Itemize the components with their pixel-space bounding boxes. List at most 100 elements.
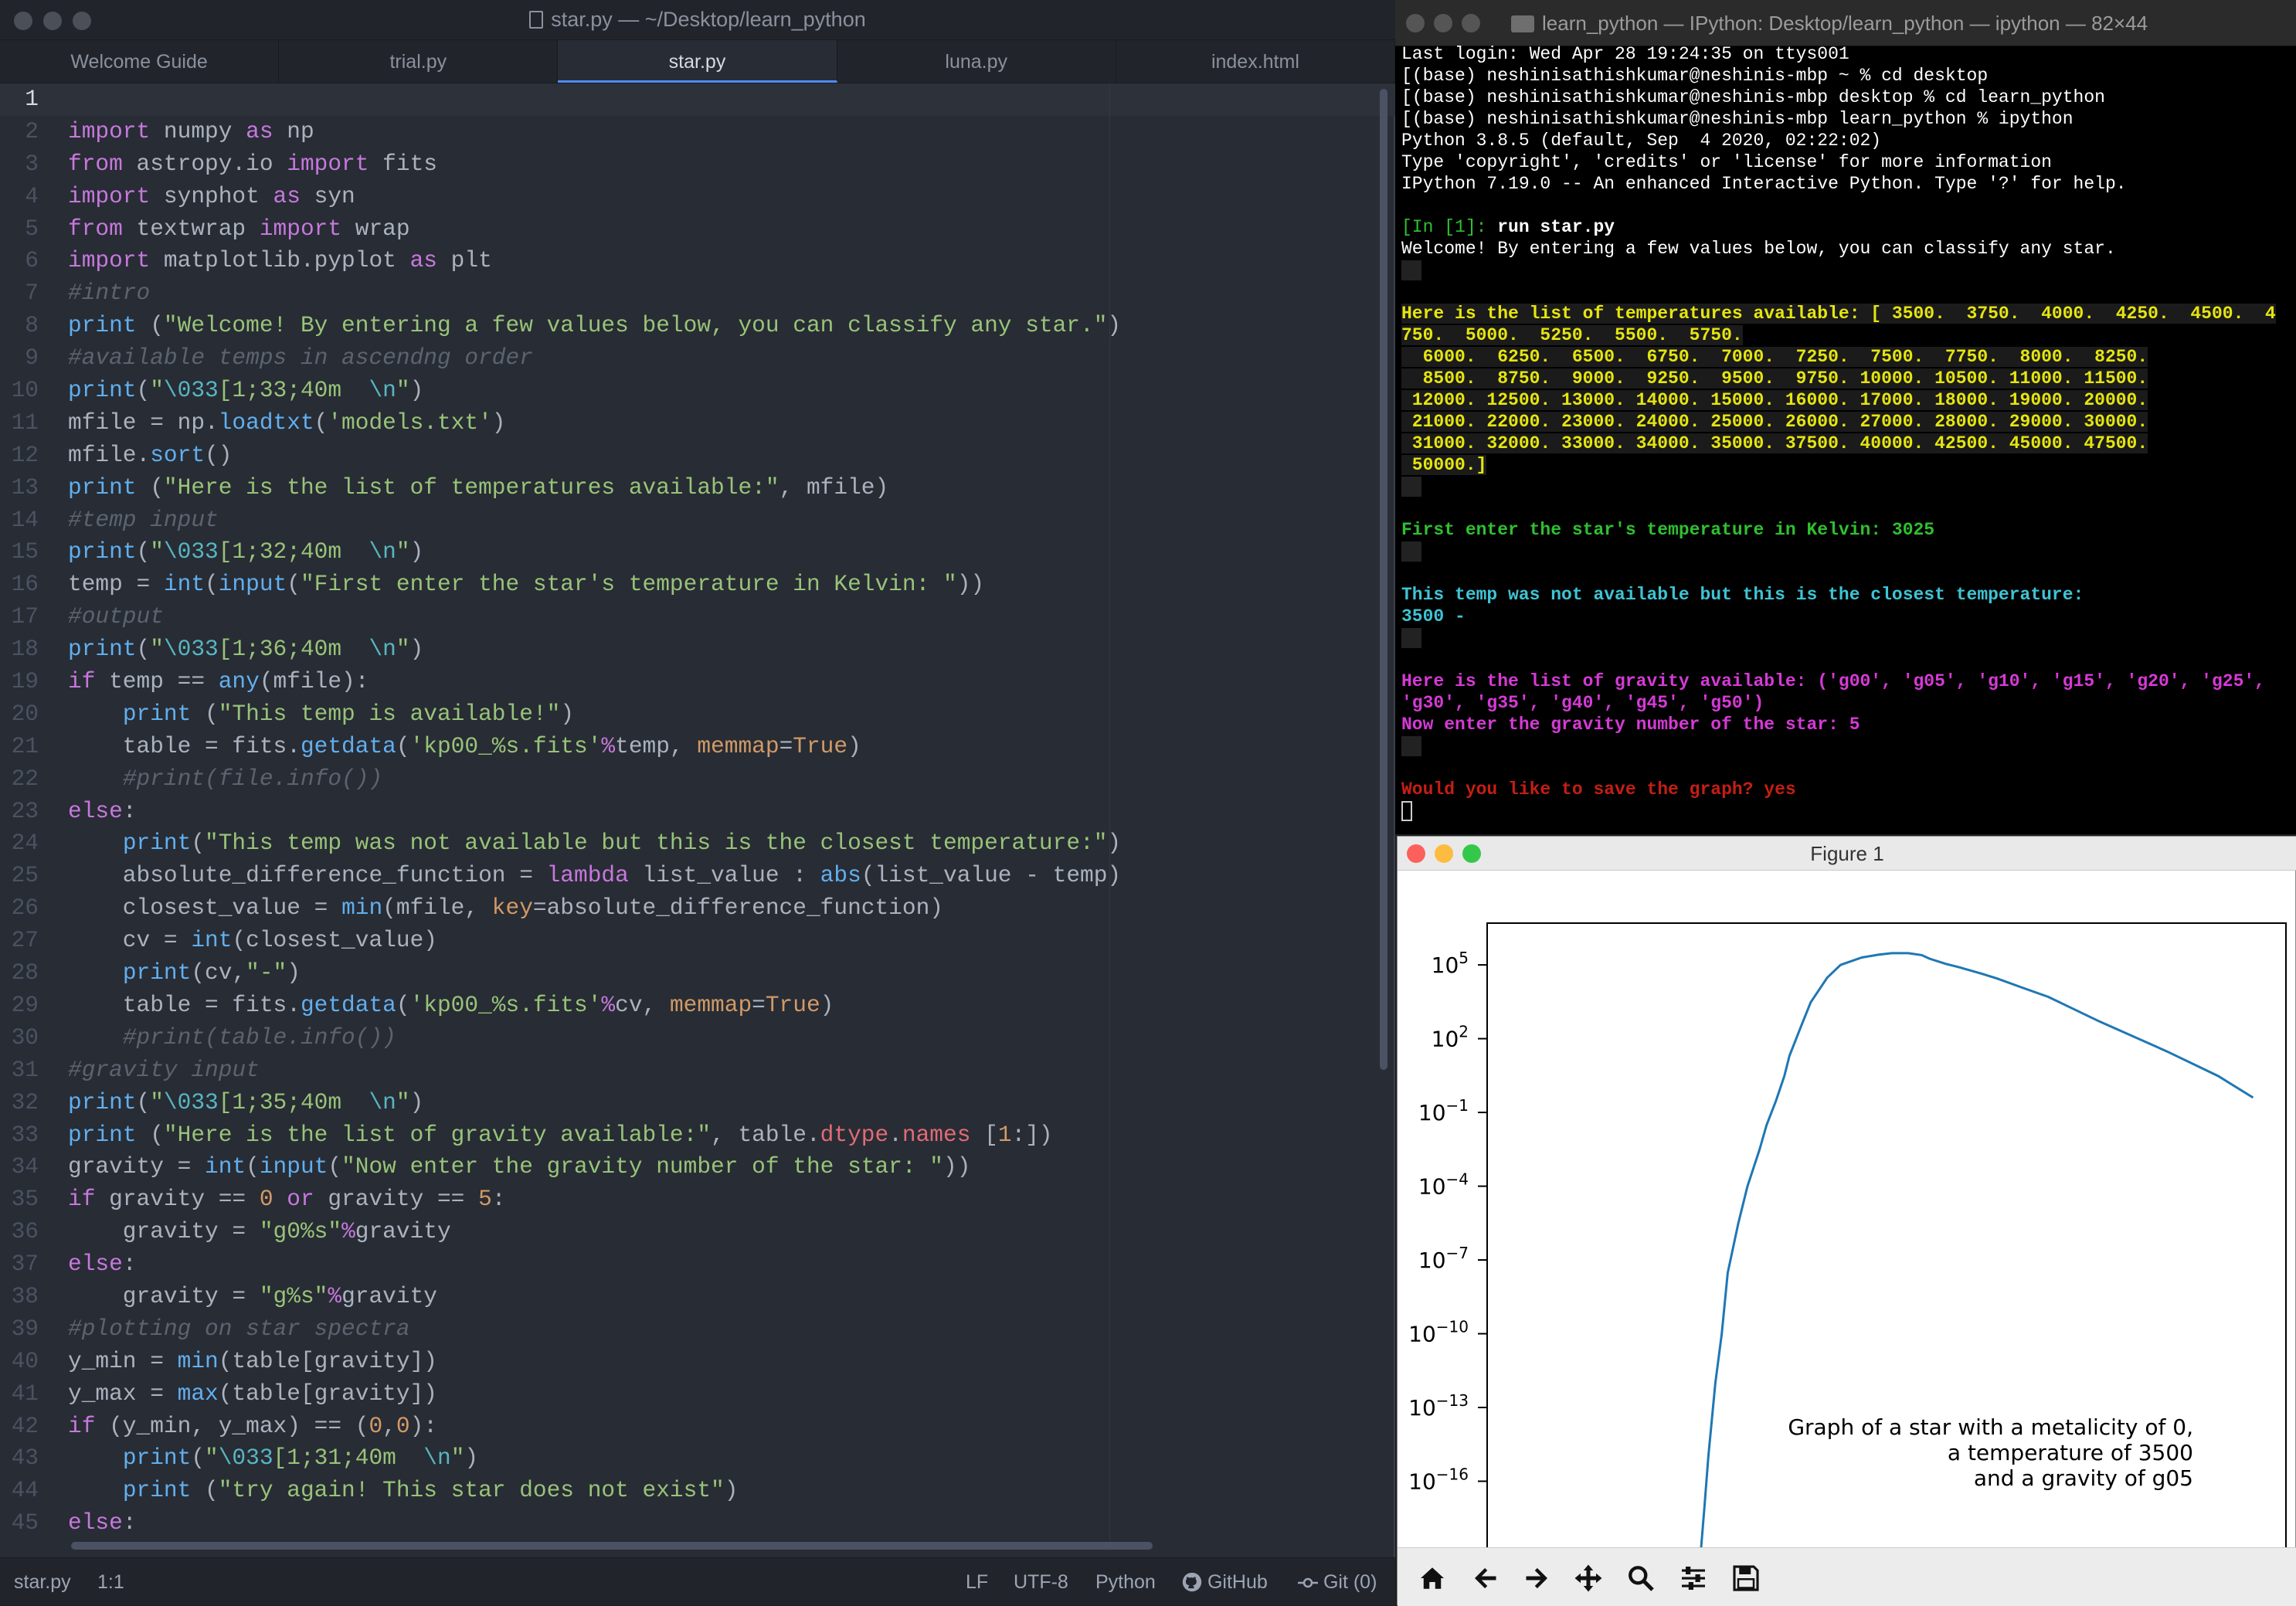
code-text[interactable]: if temp == any(mfile):: [68, 666, 369, 698]
code-line[interactable]: 34 gravity = int(input("Now enter the gra…: [0, 1151, 1395, 1183]
code-line[interactable]: 41 y_max = max(table[gravity]): [0, 1378, 1395, 1411]
github-status[interactable]: GitHub: [1182, 1558, 1268, 1606]
line-number[interactable]: 28: [0, 957, 39, 990]
line-number[interactable]: 18: [0, 633, 39, 666]
line-number[interactable]: 39: [0, 1313, 39, 1346]
terminal-close-button[interactable]: [1406, 14, 1425, 32]
line-number[interactable]: 4: [0, 181, 39, 213]
line-number[interactable]: 27: [0, 925, 39, 957]
code-text[interactable]: if gravity == 0 or gravity == 5:: [68, 1183, 506, 1216]
code-text[interactable]: #print(file.info()): [68, 763, 382, 796]
code-line[interactable]: 6 import matplotlib.pyplot as plt: [0, 245, 1395, 277]
code-line[interactable]: 16 temp = int(input("First enter the star…: [0, 569, 1395, 601]
code-line[interactable]: 3 from astropy.io import fits: [0, 148, 1395, 181]
code-text[interactable]: import matplotlib.pyplot as plt: [68, 245, 492, 277]
tab-luna-py[interactable]: luna.py: [837, 40, 1116, 83]
code-line[interactable]: 7 #intro: [0, 277, 1395, 310]
code-text[interactable]: print("\033[1;32;40m \n"): [68, 536, 423, 569]
code-text[interactable]: absolute_difference_function = lambda li…: [68, 860, 1121, 892]
status-file-name[interactable]: star.py: [14, 1558, 71, 1606]
line-number[interactable]: 16: [0, 569, 39, 601]
code-line[interactable]: 42 if (y_min, y_max) == (0,0):: [0, 1411, 1395, 1443]
code-line[interactable]: 24 print("This temp was not available bu…: [0, 827, 1395, 860]
tab-star-py[interactable]: star.py: [558, 40, 837, 83]
line-number[interactable]: 24: [0, 827, 39, 860]
code-line[interactable]: 33 print ("Here is the list of gravity av…: [0, 1119, 1395, 1152]
line-number[interactable]: 5: [0, 213, 39, 246]
code-line[interactable]: 10 print("\033[1;33;40m \n"): [0, 375, 1395, 407]
code-text[interactable]: print ("Here is the list of temperatures…: [68, 472, 888, 504]
code-text[interactable]: closest_value = min(mfile, key=absolute_…: [68, 892, 943, 925]
code-text[interactable]: print ("try again! This star does not ex…: [68, 1475, 739, 1507]
line-number[interactable]: 7: [0, 277, 39, 310]
code-line[interactable]: 36 gravity = "g0%s"%gravity: [0, 1216, 1395, 1248]
line-number[interactable]: 29: [0, 990, 39, 1022]
code-line[interactable]: 22 #print(file.info()): [0, 763, 1395, 796]
code-text[interactable]: #plotting on star spectra: [68, 1313, 410, 1346]
code-line[interactable]: 25 absolute_difference_function = lambda…: [0, 860, 1395, 892]
code-text[interactable]: print("\033[1;35;40m \n"): [68, 1087, 423, 1119]
figure-minimize-button[interactable]: [1435, 844, 1453, 863]
code-text[interactable]: print("\033[1;36;40m \n"): [68, 633, 423, 666]
figure-close-button[interactable]: [1407, 844, 1425, 863]
line-number[interactable]: 22: [0, 763, 39, 796]
line-number[interactable]: 21: [0, 731, 39, 763]
line-number[interactable]: 11: [0, 407, 39, 440]
line-number[interactable]: 43: [0, 1442, 39, 1475]
save-disk-button[interactable]: [1724, 1556, 1768, 1601]
code-line[interactable]: 38 gravity = "g%s"%gravity: [0, 1281, 1395, 1313]
line-number[interactable]: 9: [0, 342, 39, 375]
line-number[interactable]: 1: [0, 83, 39, 116]
code-line[interactable]: 32 print("\033[1;35;40m \n"): [0, 1087, 1395, 1119]
code-line[interactable]: 20 print ("This temp is available!"): [0, 698, 1395, 731]
line-number[interactable]: 41: [0, 1378, 39, 1411]
line-number[interactable]: 34: [0, 1151, 39, 1183]
line-number[interactable]: 44: [0, 1475, 39, 1507]
code-text[interactable]: from astropy.io import fits: [68, 148, 437, 181]
code-text[interactable]: print(cv,"-"): [68, 957, 301, 990]
line-number[interactable]: 38: [0, 1281, 39, 1313]
code-line[interactable]: 31 #gravity input: [0, 1054, 1395, 1087]
code-text[interactable]: mfile = np.loadtxt('models.txt'): [68, 407, 506, 440]
line-number[interactable]: 36: [0, 1216, 39, 1248]
code-text[interactable]: import synphot as syn: [68, 181, 355, 213]
line-number[interactable]: 2: [0, 116, 39, 148]
code-line[interactable]: 29 table = fits.getdata('kp00_%s.fits'%c…: [0, 990, 1395, 1022]
code-line[interactable]: 19 if temp == any(mfile):: [0, 666, 1395, 698]
terminal-output[interactable]: Last login: Wed Apr 28 19:24:35 on ttys0…: [1401, 43, 2290, 822]
status-encoding[interactable]: UTF-8: [1014, 1558, 1068, 1606]
line-number[interactable]: 32: [0, 1087, 39, 1119]
code-line[interactable]: 17 #output: [0, 601, 1395, 633]
home-button[interactable]: [1410, 1556, 1455, 1601]
code-text[interactable]: else:: [68, 796, 137, 828]
line-number[interactable]: 40: [0, 1346, 39, 1378]
code-line[interactable]: 1: [0, 83, 1395, 116]
status-line-ending[interactable]: LF: [966, 1558, 988, 1606]
line-number[interactable]: 30: [0, 1022, 39, 1054]
status-cursor-position[interactable]: 1:1: [97, 1558, 124, 1606]
code-text[interactable]: #intro: [68, 277, 150, 310]
horizontal-scrollbar[interactable]: [71, 1542, 1153, 1550]
code-text[interactable]: print ("This temp is available!"): [68, 698, 574, 731]
code-line[interactable]: 44 print ("try again! This star does not…: [0, 1475, 1395, 1507]
line-number[interactable]: 37: [0, 1248, 39, 1281]
code-text[interactable]: cv = int(closest_value): [68, 925, 437, 957]
configure-subplots-button[interactable]: [1671, 1556, 1716, 1601]
terminal-zoom-button[interactable]: [1462, 14, 1480, 32]
code-text[interactable]: mfile.sort(): [68, 440, 232, 472]
code-text[interactable]: print ("Welcome! By entering a few value…: [68, 310, 1121, 342]
line-number[interactable]: 35: [0, 1183, 39, 1216]
code-text[interactable]: else:: [68, 1507, 137, 1540]
code-text[interactable]: gravity = int(input("Now enter the gravi…: [68, 1151, 970, 1183]
code-line[interactable]: 18 print("\033[1;36;40m \n"): [0, 633, 1395, 666]
code-text[interactable]: #print(table.info()): [68, 1022, 396, 1054]
code-text[interactable]: table = fits.getdata('kp00_%s.fits'%cv, …: [68, 990, 834, 1022]
line-number[interactable]: 14: [0, 504, 39, 537]
code-line[interactable]: 27 cv = int(closest_value): [0, 925, 1395, 957]
code-line[interactable]: 8 print ("Welcome! By entering a few valu…: [0, 310, 1395, 342]
code-text[interactable]: print("\033[1;31;40m \n"): [68, 1442, 478, 1475]
code-line[interactable]: 21 table = fits.getdata('kp00_%s.fits'%t…: [0, 731, 1395, 763]
vertical-scrollbar[interactable]: [1380, 89, 1387, 1070]
code-text[interactable]: #available temps in ascendng order: [68, 342, 533, 375]
code-line[interactable]: 40 y_min = min(table[gravity]): [0, 1346, 1395, 1378]
